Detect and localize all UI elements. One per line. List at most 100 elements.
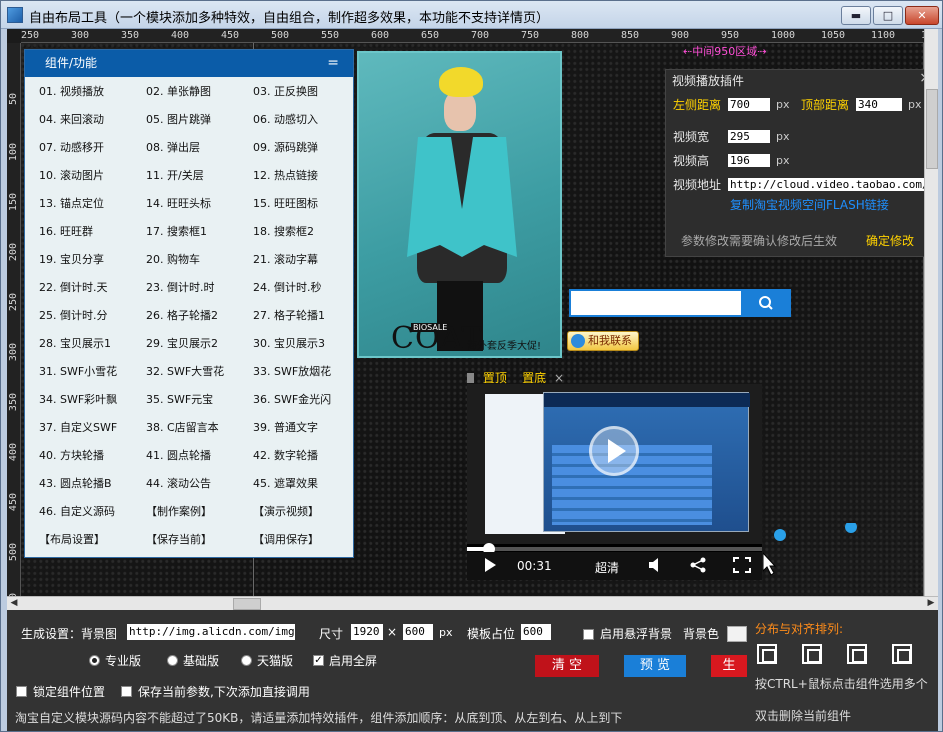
component-item[interactable]: 19. 宝贝分享 xyxy=(39,251,104,267)
component-item[interactable]: 22. 倒计时.天 xyxy=(39,279,108,295)
menu-icon[interactable]: = xyxy=(327,50,339,77)
video-height-input[interactable]: 196 xyxy=(728,154,770,167)
component-item[interactable]: 13. 锚点定位 xyxy=(39,195,104,211)
component-item[interactable]: 04. 来回滚动 xyxy=(39,111,104,127)
component-panel[interactable]: 组件/功能 = 01. 视频播放 02. 单张静图 03. 正反换图 04. 来回滚动… xyxy=(24,49,354,558)
component-item[interactable]: 35. SWF元宝 xyxy=(146,391,213,407)
video-width-input[interactable]: 295 xyxy=(728,130,770,143)
preview-button[interactable]: 预 览 xyxy=(624,655,686,677)
edition-basic-radio[interactable] xyxy=(167,655,178,666)
component-item[interactable]: 42. 数字轮播 xyxy=(253,447,318,463)
search-input[interactable] xyxy=(569,289,743,317)
float-bg-checkbox[interactable] xyxy=(583,629,594,640)
align-center-icon[interactable] xyxy=(847,644,867,664)
component-item[interactable]: 【演示视频】 xyxy=(253,503,319,519)
component-item[interactable]: 03. 正反换图 xyxy=(253,83,318,99)
drag-handle-icon[interactable] xyxy=(467,373,474,383)
video-progress[interactable] xyxy=(467,543,762,555)
component-item[interactable]: 05. 图片跳弹 xyxy=(146,111,211,127)
component-item[interactable]: 【布局设置】 xyxy=(39,531,105,547)
fullscreen-checkbox[interactable]: ✓ xyxy=(313,655,324,666)
component-item[interactable]: 16. 旺旺群 xyxy=(39,223,93,239)
align-left-icon[interactable] xyxy=(757,644,777,664)
horizontal-scrollbar[interactable]: ◀ ▶ xyxy=(7,596,938,610)
scroll-right-icon[interactable]: ▶ xyxy=(924,597,938,610)
component-item[interactable]: 46. 自定义源码 xyxy=(39,503,115,519)
component-item[interactable]: 43. 圆点轮播B xyxy=(39,475,112,491)
component-item[interactable]: 34. SWF彩叶飘 xyxy=(39,391,117,407)
volume-icon[interactable] xyxy=(647,557,665,573)
size-height-input[interactable]: 600 xyxy=(403,624,433,640)
component-item[interactable]: 21. 滚动字幕 xyxy=(253,251,318,267)
component-item[interactable]: 36. SWF金光闪 xyxy=(253,391,331,407)
component-item[interactable]: 11. 开/关层 xyxy=(146,167,204,183)
component-item[interactable]: 44. 滚动公告 xyxy=(146,475,211,491)
component-item[interactable]: 【制作案例】 xyxy=(146,503,212,519)
scroll-left-icon[interactable]: ◀ xyxy=(7,597,21,610)
video-url-input[interactable]: http://cloud.video.taobao.com/play xyxy=(728,178,930,191)
component-item[interactable]: 【调用保存】 xyxy=(253,531,319,547)
component-item[interactable]: 31. SWF小雪花 xyxy=(39,363,117,379)
component-item[interactable]: 25. 倒计时.分 xyxy=(39,307,108,323)
component-item[interactable]: 02. 单张静图 xyxy=(146,83,211,99)
quality-button[interactable]: 超清 xyxy=(595,559,619,576)
fullscreen-icon[interactable] xyxy=(733,557,751,573)
component-item[interactable]: 37. 自定义SWF xyxy=(39,419,117,435)
component-item[interactable]: 32. SWF大雪花 xyxy=(146,363,224,379)
save-params-checkbox[interactable] xyxy=(121,686,132,697)
component-item[interactable]: 33. SWF放烟花 xyxy=(253,363,331,379)
bring-to-top-link[interactable]: 置顶 xyxy=(483,371,507,385)
component-item[interactable]: 08. 弹出层 xyxy=(146,139,200,155)
left-distance-input[interactable]: 700 xyxy=(728,98,770,111)
component-item[interactable]: 06. 动感切入 xyxy=(253,111,318,127)
component-item[interactable]: 17. 搜索框1 xyxy=(146,223,207,239)
component-item[interactable]: 【保存当前】 xyxy=(146,531,212,547)
component-item[interactable]: 10. 滚动图片 xyxy=(39,167,104,183)
panel-header[interactable]: 组件/功能 = xyxy=(25,50,353,77)
component-item[interactable]: 24. 倒计时.秒 xyxy=(253,279,322,295)
maximize-button[interactable]: □ xyxy=(873,6,903,25)
component-item[interactable]: 18. 搜索框2 xyxy=(253,223,314,239)
scroll-thumb[interactable] xyxy=(233,598,261,610)
component-item[interactable]: 23. 倒计时.时 xyxy=(146,279,215,295)
align-top-icon[interactable] xyxy=(802,644,822,664)
component-item[interactable]: 41. 圆点轮播 xyxy=(146,447,211,463)
size-width-input[interactable]: 1920 xyxy=(351,624,383,640)
component-item[interactable]: 14. 旺旺头标 xyxy=(146,195,211,211)
search-widget[interactable] xyxy=(569,289,791,317)
component-item[interactable]: 39. 普通文字 xyxy=(253,419,318,435)
component-item[interactable]: 30. 宝贝展示3 xyxy=(253,335,325,351)
component-item[interactable]: 28. 宝贝展示1 xyxy=(39,335,111,351)
search-button[interactable] xyxy=(741,289,791,317)
component-item[interactable]: 29. 宝贝展示2 xyxy=(146,335,218,351)
template-input[interactable]: 600 xyxy=(521,624,551,640)
component-item[interactable]: 38. C店留言本 xyxy=(146,419,219,435)
component-item[interactable]: 45. 遮罩效果 xyxy=(253,475,318,491)
close-window-button[interactable]: ✕ xyxy=(905,6,939,25)
component-item[interactable]: 26. 格子轮播2 xyxy=(146,307,218,323)
vertical-scrollbar[interactable] xyxy=(924,29,938,596)
distribute-icon[interactable] xyxy=(892,644,912,664)
video-player[interactable]: 00:31 超清 xyxy=(467,384,762,580)
minimize-button[interactable]: ▬ xyxy=(841,6,871,25)
component-item[interactable]: 27. 格子轮播1 xyxy=(253,307,325,323)
component-item[interactable]: 09. 源码跳弹 xyxy=(253,139,318,155)
edition-pro-radio[interactable] xyxy=(89,655,100,666)
product-image[interactable]: COAT BIOSALE 海外套反季大促! xyxy=(357,51,562,358)
bg-image-input[interactable]: http://img.alicdn.com/imgext xyxy=(127,624,295,640)
remove-video-icon[interactable]: × xyxy=(554,371,564,385)
generate-button[interactable]: 生 xyxy=(711,655,747,677)
play-icon[interactable] xyxy=(481,557,499,573)
component-item[interactable]: 40. 方块轮播 xyxy=(39,447,104,463)
play-overlay-icon[interactable] xyxy=(589,426,639,476)
send-to-bottom-link[interactable]: 置底 xyxy=(522,371,546,385)
component-item[interactable]: 07. 动感移开 xyxy=(39,139,104,155)
confirm-button[interactable]: 确定修改 xyxy=(866,232,914,249)
component-item[interactable]: 01. 视频播放 xyxy=(39,83,104,99)
bg-color-swatch[interactable] xyxy=(727,626,747,642)
component-item[interactable]: 15. 旺旺图标 xyxy=(253,195,318,211)
lock-position-checkbox[interactable] xyxy=(16,686,27,697)
layout-canvas[interactable]: 250 300 350 400 450 500 550 600 650 700 750 800 850 9… xyxy=(7,29,938,596)
contact-button[interactable]: 和我联系 xyxy=(567,331,639,351)
component-item[interactable]: 12. 热点链接 xyxy=(253,167,318,183)
